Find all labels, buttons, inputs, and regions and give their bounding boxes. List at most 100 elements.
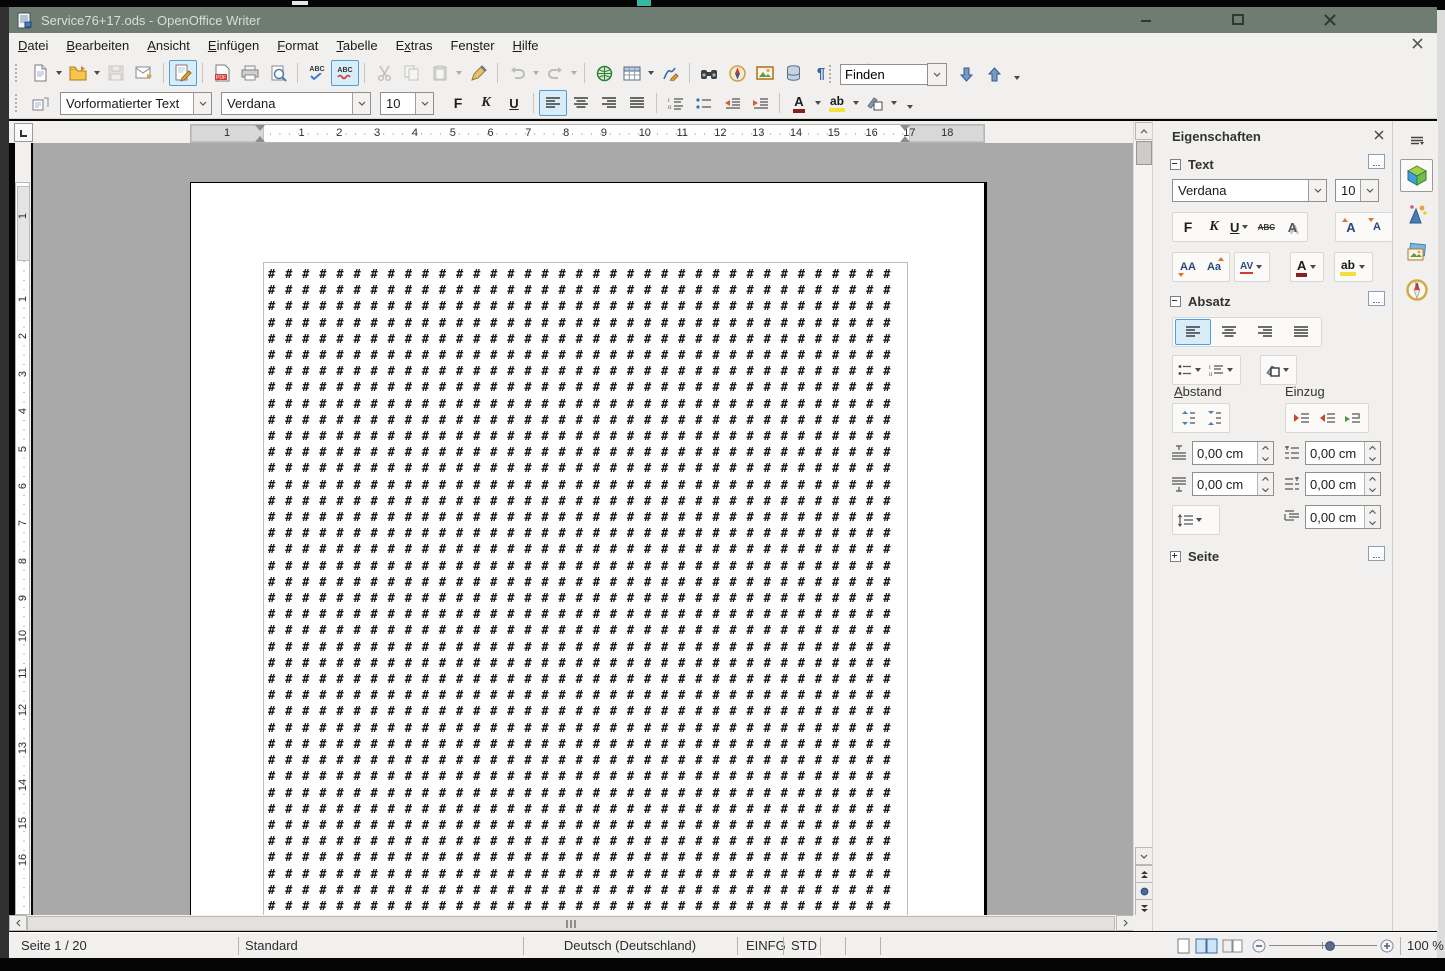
font-name-combo[interactable]: Verdana bbox=[221, 92, 371, 115]
hyperlink-button[interactable] bbox=[590, 60, 618, 86]
undo-dropdown[interactable] bbox=[533, 71, 539, 75]
paragraph-section-header[interactable]: Absatz bbox=[1170, 294, 1231, 309]
highlight-dropdown[interactable] bbox=[853, 101, 859, 105]
status-zoom-level[interactable]: 100 % bbox=[1407, 938, 1444, 953]
line-spacing-button[interactable] bbox=[1175, 507, 1207, 533]
scroll-left-button[interactable] bbox=[9, 915, 27, 931]
menu-einfügen[interactable]: Einfügen bbox=[199, 35, 268, 56]
open-dropdown[interactable] bbox=[94, 71, 100, 75]
spin-up[interactable] bbox=[1258, 473, 1273, 484]
text-shadow-button[interactable]: A bbox=[1279, 214, 1305, 240]
expand-icon[interactable] bbox=[1170, 551, 1181, 562]
find-toolbar-grip[interactable] bbox=[829, 65, 835, 83]
menu-ansicht[interactable]: Ansicht bbox=[138, 35, 199, 56]
paragraph-background-dropdown[interactable] bbox=[1283, 368, 1289, 372]
minimize-button[interactable] bbox=[1124, 7, 1168, 33]
spin-up[interactable] bbox=[1365, 442, 1380, 453]
tab-navigator[interactable]: N bbox=[1400, 273, 1433, 306]
after-text-indent-field[interactable]: 0,00 cm bbox=[1305, 472, 1381, 496]
gallery-button[interactable] bbox=[751, 60, 779, 86]
navigate-by-button[interactable] bbox=[1135, 882, 1153, 900]
sidebar-font-color-button[interactable]: A bbox=[1293, 254, 1321, 280]
insert-table-button[interactable] bbox=[618, 60, 646, 86]
chevron-down-icon[interactable] bbox=[193, 93, 211, 114]
chevron-down-icon[interactable] bbox=[1360, 180, 1378, 201]
page-preview-button[interactable] bbox=[264, 60, 292, 86]
new-document-button[interactable] bbox=[26, 60, 54, 86]
align-left-button[interactable] bbox=[539, 90, 567, 116]
align-justify-button[interactable] bbox=[623, 90, 651, 116]
before-text-indent-field[interactable]: 0,00 cm bbox=[1305, 441, 1381, 465]
cut-button[interactable] bbox=[370, 60, 398, 86]
sidebar-align-left-button[interactable] bbox=[1175, 319, 1211, 345]
sidebar-align-right-button[interactable] bbox=[1247, 319, 1283, 345]
shrink-font-button[interactable]: A bbox=[1364, 214, 1390, 240]
sidebar-font-size-combo[interactable]: 10 bbox=[1335, 179, 1379, 202]
hanging-indent-field[interactable]: 0,00 cm bbox=[1305, 505, 1381, 529]
sidebar-align-justify-button[interactable] bbox=[1283, 319, 1319, 345]
undo-button[interactable] bbox=[503, 60, 531, 86]
underline-button[interactable]: U bbox=[500, 90, 528, 116]
sidebar-italic-button[interactable]: K bbox=[1201, 214, 1227, 240]
font-color-button[interactable]: A bbox=[785, 90, 813, 116]
right-indent-marker-bottom[interactable] bbox=[900, 136, 910, 142]
menu-extras[interactable]: Extras bbox=[387, 35, 442, 56]
vertical-scrollbar[interactable] bbox=[1133, 121, 1152, 931]
spin-down[interactable] bbox=[1365, 453, 1380, 464]
sidebar-numbered-list-button[interactable]: III bbox=[1206, 357, 1238, 383]
find-previous-button[interactable] bbox=[980, 61, 1008, 87]
tab-gallery[interactable] bbox=[1400, 235, 1433, 268]
zoom-out-icon[interactable] bbox=[1252, 939, 1266, 953]
spin-down[interactable] bbox=[1258, 453, 1273, 464]
document-page[interactable]: # # # # # # # # # # # # # # # # # # # # … bbox=[190, 182, 987, 915]
line-spacing-dropdown[interactable] bbox=[1196, 518, 1202, 522]
status-insert-mode[interactable]: EINFG bbox=[746, 938, 786, 953]
previous-page-button[interactable] bbox=[1135, 865, 1153, 883]
italic-button[interactable]: K bbox=[472, 90, 500, 116]
document-canvas[interactable]: # # # # # # # # # # # # # # # # # # # # … bbox=[33, 143, 1133, 915]
increase-paragraph-spacing-button[interactable] bbox=[1175, 405, 1201, 431]
data-sources-button[interactable] bbox=[779, 60, 807, 86]
sidebar-align-center-button[interactable] bbox=[1211, 319, 1247, 345]
status-selection-mode[interactable]: STD bbox=[791, 938, 817, 953]
open-button[interactable] bbox=[64, 60, 92, 86]
paragraph-dialog-launcher-icon[interactable] bbox=[1368, 291, 1385, 306]
below-paragraph-spacing-field[interactable]: 0,00 cm bbox=[1192, 472, 1274, 496]
zoom-slider-thumb[interactable] bbox=[1325, 941, 1335, 951]
increase-indent-button[interactable] bbox=[746, 90, 774, 116]
text-dialog-launcher-icon[interactable] bbox=[1368, 154, 1385, 169]
chevron-down-icon[interactable] bbox=[1308, 180, 1326, 201]
above-paragraph-spacing-field[interactable]: 0,00 cm bbox=[1192, 441, 1274, 465]
find-dropdown[interactable] bbox=[927, 63, 947, 86]
redo-dropdown[interactable] bbox=[571, 71, 577, 75]
background-color-button[interactable] bbox=[861, 90, 889, 116]
toolbar-overflow-dropdown[interactable] bbox=[907, 105, 913, 109]
horizontal-scrollbar-thumb[interactable] bbox=[27, 916, 1115, 931]
spin-down[interactable] bbox=[1365, 517, 1380, 528]
font-size-combo[interactable]: 10 bbox=[380, 92, 434, 115]
sidebar-decrease-indent-button[interactable] bbox=[1314, 405, 1340, 431]
character-spacing-dropdown[interactable] bbox=[1256, 265, 1262, 269]
menu-format[interactable]: Format bbox=[268, 35, 327, 56]
underline-dropdown[interactable] bbox=[1242, 225, 1248, 229]
decrease-indent-button[interactable] bbox=[718, 90, 746, 116]
menu-hilfe[interactable]: Hilfe bbox=[504, 35, 548, 56]
spin-down[interactable] bbox=[1365, 484, 1380, 495]
find-input[interactable] bbox=[840, 64, 927, 85]
bullet-list-dropdown[interactable] bbox=[1195, 368, 1201, 372]
spin-up[interactable] bbox=[1258, 442, 1273, 453]
sidebar-underline-button[interactable]: U bbox=[1227, 214, 1253, 240]
sidebar-menu-icon[interactable] bbox=[1400, 129, 1433, 153]
spin-up[interactable] bbox=[1365, 473, 1380, 484]
tab-type-selector[interactable] bbox=[14, 123, 33, 142]
close-button[interactable] bbox=[1308, 7, 1352, 33]
toolbar-grip[interactable] bbox=[15, 94, 21, 112]
uppercase-button[interactable]: AA bbox=[1175, 254, 1201, 280]
scroll-right-button[interactable] bbox=[1116, 915, 1134, 931]
view-book-icon[interactable] bbox=[1222, 938, 1243, 954]
view-single-page-icon[interactable] bbox=[1177, 938, 1190, 954]
numbered-list-button[interactable]: III bbox=[662, 90, 690, 116]
format-paintbrush-button[interactable] bbox=[464, 60, 492, 86]
right-indent-marker-top[interactable] bbox=[900, 125, 910, 131]
tab-styles[interactable] bbox=[1400, 197, 1433, 230]
